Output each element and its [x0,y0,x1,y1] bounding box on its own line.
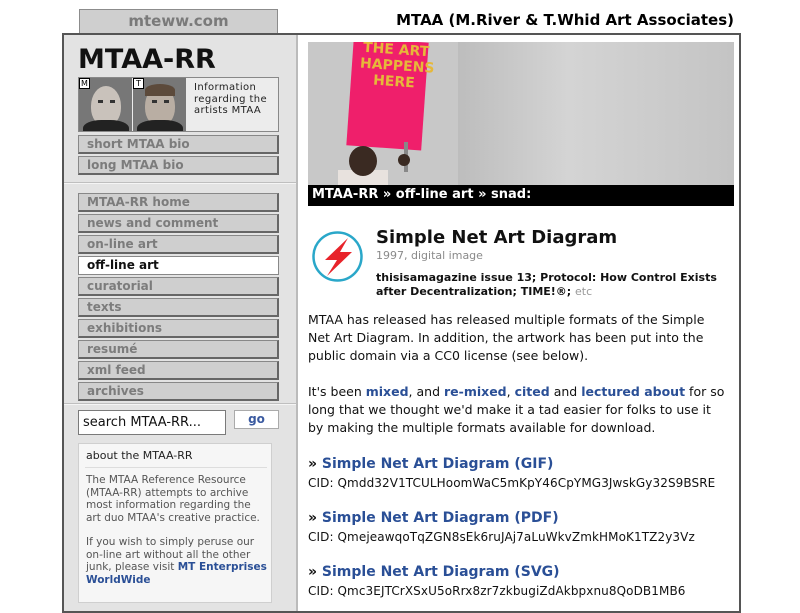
breadcrumb: MTAA-RR » off-line art » snad: [308,185,734,206]
nav-item-news-and-comment[interactable]: news and comment [78,214,279,233]
artwork-references: thisisamagazine issue 13; Protocol: How … [376,271,717,298]
sign-text: THE ART HAPPENS HERE [359,42,435,92]
artist-portraits: M T Information regarding the artists MT… [78,77,279,132]
artwork-meta: 1997, digital image [376,249,483,262]
lightning-bolt-icon [312,231,363,282]
ref-link[interactable]: thisisamagazine issue 13 [376,271,532,284]
search-go-button[interactable]: go [234,410,279,429]
portrait-label: M [79,78,90,89]
shirt [83,120,129,131]
cid-svg: CID: Qmc3EJTCrXSxU5oRrx8zr7zkbugiZdAkbpx… [308,584,686,598]
hair [145,84,175,96]
nav-item-texts[interactable]: texts [78,298,279,317]
top-bar: mteww.com MTAA (M.River & T.Whid Art Ass… [0,0,800,33]
hand [398,154,410,166]
shirt [137,120,183,131]
portrait-m[interactable]: M [79,78,132,131]
search-input[interactable]: search MTAA-RR... [78,410,226,435]
site-title: MTAA (M.River & T.Whid Art Associates) [396,11,734,29]
format-link-pdf[interactable]: » Simple Net Art Diagram (PDF) [308,510,559,526]
nav-item-curatorial[interactable]: curatorial [78,277,279,296]
format-label: Simple Net Art Diagram (SVG) [321,564,560,580]
long-bio-link[interactable]: long MTAA bio [78,156,279,175]
format-label: Simple Net Art Diagram (GIF) [321,456,554,472]
ref-link[interactable]: TIME!® [521,285,567,298]
ref-etc: etc [575,285,593,298]
divider [64,182,296,184]
portrait-label: T [133,78,144,89]
lectured-link[interactable]: lectured about [581,384,685,399]
format-label: Simple Net Art Diagram (PDF) [321,510,559,526]
divider [85,467,267,468]
about-box: about the MTAA-RR The MTAA Reference Res… [78,443,272,603]
logo[interactable]: MTAA-RR [78,44,216,76]
eye [98,100,103,103]
nav-item-exhibitions[interactable]: exhibitions [78,319,279,338]
about-heading: about the MTAA-RR [86,449,193,462]
artists-info-link[interactable]: Information regarding the artists MTAA [194,82,278,117]
about-text: The MTAA Reference Resource (MTAA-RR) at… [86,474,260,524]
page-frame: MTAA-RR M T Information regarding the ar… [62,33,741,613]
remixed-link[interactable]: re-mixed [444,384,507,399]
sidebar: MTAA-RR M T Information regarding the ar… [64,35,296,611]
about-visit-text: If you wish to simply peruse our on-line… [86,536,268,586]
cid-pdf: CID: QmejeawqoTqZGN8sEk6ruJAj7aLuWkvZmkH… [308,530,695,544]
cid-gif: CID: Qmdd32V1TCULHoomWaC5mKpY46CpYMG3Jws… [308,476,716,490]
text: , and [408,384,441,399]
site-tab-link[interactable]: mteww.com [79,9,278,33]
text: , [506,384,511,399]
divider [64,403,296,405]
format-link-svg[interactable]: » Simple Net Art Diagram (SVG) [308,564,560,580]
format-link-gif[interactable]: » Simple Net Art Diagram (GIF) [308,456,553,472]
wall [458,42,734,185]
hero-photo: THE ART HAPPENS HERE [308,42,734,185]
eye [110,100,115,103]
text: It's been [308,384,362,399]
short-bio-link[interactable]: short MTAA bio [78,135,279,154]
artwork-title: Simple Net Art Diagram [376,227,618,248]
portrait-t[interactable]: T [133,78,186,131]
intro-paragraph: MTAA has released has released multiple … [308,312,705,363]
cited-link[interactable]: cited [515,384,550,399]
nav-item-resum[interactable]: resumé [78,340,279,359]
nav-item-archives[interactable]: archives [78,382,279,401]
nav-item-mtaa-rr-home[interactable]: MTAA-RR home [78,193,279,212]
nav-item-xml-feed[interactable]: xml feed [78,361,279,380]
child-head [349,146,377,176]
eye [164,100,169,103]
eye [152,100,157,103]
main-content: THE ART HAPPENS HERE MTAA-RR » off-line … [296,35,739,611]
history-paragraph: It's been mixed, and re-mixed, cited and… [308,383,728,437]
nav-item-on-line-art[interactable]: on-line art [78,235,279,254]
mixed-link[interactable]: mixed [366,384,409,399]
text: and [553,384,578,399]
nav-item-off-line-art[interactable]: off-line art [78,256,279,275]
